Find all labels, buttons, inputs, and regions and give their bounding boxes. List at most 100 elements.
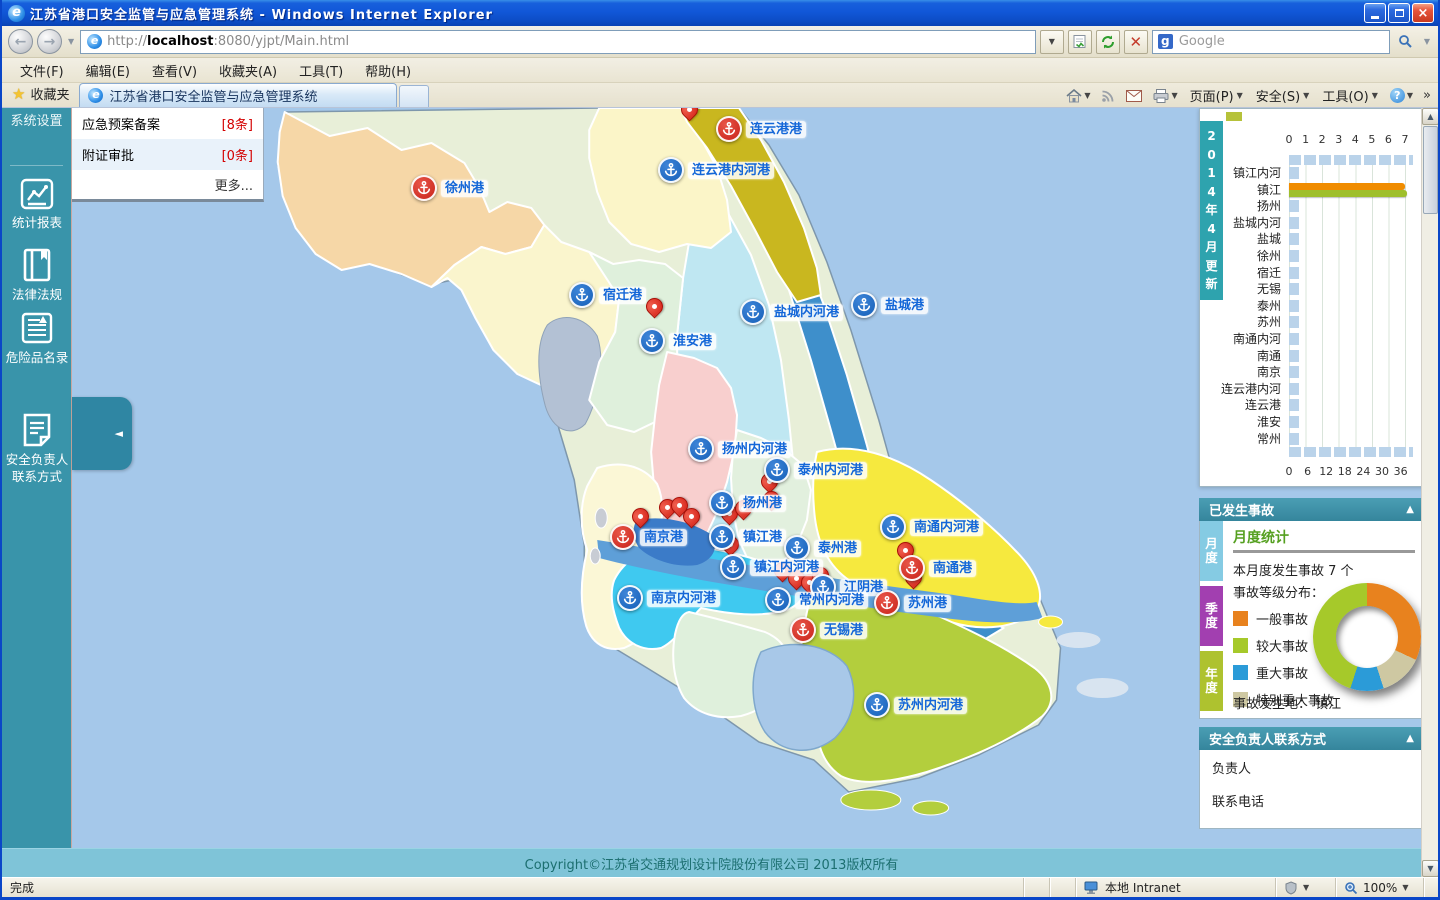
sidebar-item-system-settings[interactable]: 系统设置 [2, 108, 71, 129]
menu-item-4[interactable]: 工具(T) [289, 58, 353, 83]
axis-tick-label: 4 [1351, 133, 1359, 146]
chart-top-axis: 01234567 [1286, 133, 1419, 147]
collapse-up-icon[interactable]: ▲ [1406, 504, 1414, 515]
safety-menu-button[interactable]: 安全(S) ▼ [1251, 84, 1315, 107]
chart-row [1289, 265, 1413, 282]
browser-window: e 江苏省港口安全监管与应急管理系统 - Windows Internet Ex… [0, 0, 1440, 900]
resize-grip[interactable] [1424, 878, 1438, 897]
anchor-icon [874, 590, 900, 616]
toolbar-overflow-chevron[interactable]: » [1420, 88, 1434, 103]
chart-row [1289, 215, 1413, 232]
favorites-button[interactable]: ★ 收藏夹 [2, 81, 79, 107]
close-button[interactable]: × [1412, 3, 1434, 23]
period-tab-2[interactable]: 年度 [1200, 651, 1223, 711]
search-options-dropdown-icon[interactable]: ▼ [1424, 37, 1430, 46]
quick-link-count: [0条] [221, 149, 253, 164]
sidebar-item-1[interactable]: 法律法规 [2, 248, 72, 303]
menu-item-5[interactable]: 帮助(H) [355, 58, 421, 83]
port-marker[interactable]: 徐州港 [411, 175, 489, 201]
rss-icon [1102, 90, 1114, 102]
stop-button[interactable]: ✕ [1123, 29, 1148, 54]
port-label: 南通内河港 [910, 518, 984, 536]
book-icon [2, 248, 72, 282]
port-marker[interactable]: 扬州港 [709, 490, 787, 516]
history-dropdown-icon[interactable]: ▼ [68, 37, 74, 46]
sidebar-collapse-tab[interactable]: ◄ [72, 397, 132, 470]
url-field[interactable]: e http://localhost:8080/yjpt/Main.html [80, 29, 1036, 54]
zoom-control[interactable]: 100% ▼ [1336, 878, 1424, 897]
tools-menu-button[interactable]: 工具(O) ▼ [1317, 84, 1383, 107]
protected-mode-icon [1285, 880, 1297, 895]
port-marker[interactable]: 无锡港 [790, 617, 868, 643]
active-tab[interactable]: e 江苏省港口安全监管与应急管理系统 [79, 83, 398, 107]
collapse-up-icon[interactable]: ▲ [1406, 733, 1414, 744]
port-marker[interactable]: 淮安港 [639, 328, 717, 354]
port-marker[interactable]: 连云港港 [716, 116, 807, 142]
page-menu-button[interactable]: 页面(P) ▼ [1185, 84, 1248, 107]
port-marker[interactable]: 泰州内河港 [764, 457, 868, 483]
menu-item-2[interactable]: 查看(V) [142, 58, 207, 83]
chart-category-label: 连云港 [1244, 398, 1281, 413]
port-marker[interactable]: 连云港内河港 [658, 157, 775, 183]
page-scrollbar[interactable]: ▲ ▼ [1421, 108, 1438, 877]
port-label: 宿迁港 [599, 286, 647, 304]
protected-mode-button[interactable]: ▼ [1276, 878, 1336, 897]
port-marker[interactable]: 镇江内河港 [720, 554, 824, 580]
page-favicon: e [87, 34, 103, 49]
search-box[interactable]: g Google [1151, 29, 1390, 54]
chart-icon [2, 178, 72, 210]
legend-swatch [1233, 665, 1248, 680]
port-marker[interactable]: 南通港 [899, 555, 977, 581]
port-marker[interactable]: 南京内河港 [617, 585, 721, 611]
port-marker[interactable]: 常州内河港 [765, 587, 869, 613]
port-marker[interactable]: 苏州内河港 [864, 692, 968, 718]
scroll-up-arrow[interactable]: ▲ [1422, 108, 1438, 125]
stop-icon: ✕ [1129, 32, 1143, 51]
port-marker[interactable]: 南京港 [610, 524, 688, 550]
menu-item-0[interactable]: 文件(F) [10, 58, 74, 83]
search-go-button[interactable] [1394, 30, 1418, 54]
incidents-panel-header[interactable]: 已发生事故 ▲ [1199, 498, 1424, 521]
port-marker[interactable]: 镇江港 [709, 524, 787, 550]
scroll-down-arrow[interactable]: ▼ [1422, 860, 1438, 877]
axis-tick-label: 1 [1302, 133, 1310, 146]
sidebar-item-0[interactable]: 统计报表 [2, 178, 72, 231]
incident-location: 事故发生地： 镇江 [1233, 697, 1342, 712]
anchor-icon [720, 554, 746, 580]
more-link[interactable]: 更多... [72, 170, 263, 199]
read-mail-button[interactable] [1122, 88, 1146, 104]
port-marker[interactable]: 苏州港 [874, 590, 952, 616]
quick-link-row-0[interactable]: 应急预案备案 [8条] [72, 108, 263, 139]
url-dropdown-button[interactable]: ▼ [1039, 29, 1064, 54]
print-button[interactable]: ▼ [1149, 87, 1181, 105]
restore-button[interactable] [1388, 3, 1410, 23]
sidebar-item-2[interactable]: 危险品名录 [2, 311, 72, 366]
home-button[interactable]: ▼ [1062, 87, 1094, 105]
port-marker[interactable]: 盐城港 [851, 292, 929, 318]
menu-item-3[interactable]: 收藏夹(A) [209, 58, 287, 83]
minimize-button[interactable] [1364, 3, 1386, 23]
port-marker[interactable]: 盐城内河港 [740, 299, 844, 325]
left-sidebar: 系统设置 统计报表法律法规危险品名录安全负责人 联系方式 [2, 108, 72, 848]
contact-panel-header[interactable]: 安全负责人联系方式 ▲ [1199, 727, 1424, 750]
chart-row [1289, 381, 1413, 398]
port-marker[interactable]: 南通内河港 [880, 514, 984, 540]
feeds-button[interactable] [1097, 87, 1119, 105]
help-menu-button[interactable]: ? ▼ [1386, 86, 1417, 105]
refresh-button[interactable] [1095, 29, 1120, 54]
safety-contact-panel: 安全负责人联系方式 ▲ 负责人 联系电话 [1199, 727, 1424, 830]
port-marker[interactable]: 宿迁港 [569, 282, 647, 308]
scrollbar-thumb[interactable] [1423, 126, 1438, 214]
forward-button[interactable]: → [37, 29, 62, 54]
period-tab-1[interactable]: 季度 [1200, 586, 1223, 646]
port-label: 常州内河港 [795, 591, 869, 609]
compatibility-view-button[interactable] [1067, 29, 1092, 54]
chart-category-label: 淮安 [1256, 414, 1281, 429]
sidebar-item-3[interactable]: 安全负责人 联系方式 [2, 413, 72, 485]
quick-link-row-1[interactable]: 附证审批 [0条] [72, 139, 263, 170]
back-button[interactable]: ← [8, 29, 33, 54]
period-tab-0[interactable]: 月度 [1200, 521, 1223, 581]
axis-tick-label: 2 [1318, 133, 1326, 146]
new-tab-stub[interactable] [399, 85, 430, 107]
menu-item-1[interactable]: 编辑(E) [76, 58, 140, 83]
